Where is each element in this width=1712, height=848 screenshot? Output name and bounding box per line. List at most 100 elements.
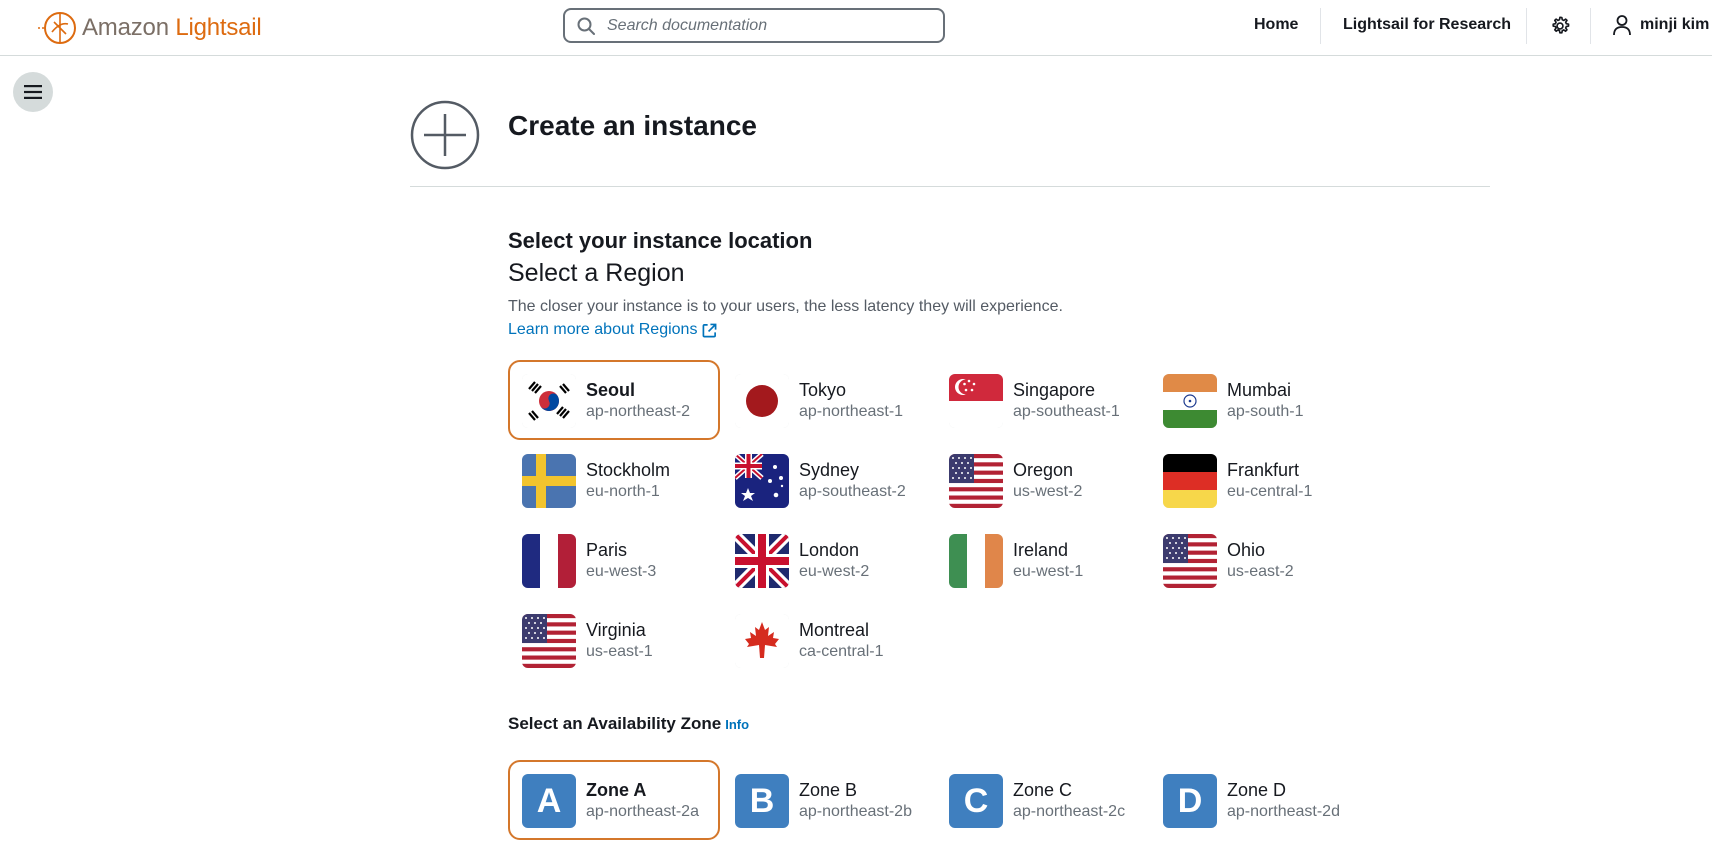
zone-tile-c[interactable]: C Zone C ap-northeast-2c	[935, 760, 1147, 840]
hamburger-menu-icon	[24, 85, 42, 99]
zone-name: Zone A	[586, 780, 647, 800]
logo-brand: Amazon	[82, 14, 169, 41]
side-menu-toggle-button[interactable]	[13, 72, 53, 112]
zone-letter-badge: D	[1163, 774, 1217, 828]
jp-flag-icon	[735, 374, 789, 428]
zone-name: Zone B	[799, 780, 858, 800]
region-tile-frankfurt[interactable]: Frankfurt eu-central-1	[1149, 440, 1361, 520]
settings-gear-icon[interactable]	[1549, 15, 1571, 37]
user-menu[interactable]: minji kim	[1612, 14, 1709, 36]
region-code: us-west-2	[1013, 483, 1083, 500]
region-code: eu-west-2	[799, 563, 870, 580]
region-tile-tokyo[interactable]: Tokyo ap-northeast-1	[721, 360, 933, 440]
region-name: Tokyo	[799, 380, 847, 400]
region-name: Seoul	[586, 380, 636, 400]
region-tile-sydney[interactable]: Sydney ap-southeast-2	[721, 440, 933, 520]
region-tile-ireland[interactable]: Ireland eu-west-1	[935, 520, 1147, 600]
zone-name: Zone D	[1227, 780, 1287, 800]
se-flag-icon	[522, 454, 576, 508]
zone-code: ap-northeast-2d	[1227, 803, 1340, 820]
region-code: eu-central-1	[1227, 483, 1313, 500]
au-flag-icon	[735, 454, 789, 508]
region-code: ap-northeast-1	[799, 403, 904, 420]
zone-letter-badge: C	[949, 774, 1003, 828]
us-flag-icon	[522, 614, 576, 668]
zone-code: ap-northeast-2c	[1013, 803, 1126, 820]
region-code: eu-west-3	[586, 563, 657, 580]
page-title: Create an instance	[508, 110, 757, 141]
region-name: Ohio	[1227, 540, 1266, 560]
fr-flag-icon	[522, 534, 576, 588]
region-name: Sydney	[799, 460, 860, 480]
zone-tile-b[interactable]: B Zone B ap-northeast-2b	[721, 760, 933, 840]
region-name: Oregon	[1013, 460, 1074, 480]
top-navigation-bar: Amazon Lightsail Home Lightsail for Rese…	[0, 0, 1712, 56]
region-name: Virginia	[586, 620, 646, 640]
ie-flag-icon	[949, 534, 1003, 588]
region-code: us-east-1	[586, 643, 653, 660]
in-flag-icon	[1163, 374, 1217, 428]
search-box[interactable]	[563, 8, 945, 43]
region-code: ap-southeast-1	[1013, 403, 1120, 420]
region-code: ap-southeast-2	[799, 483, 906, 500]
sg-flag-icon	[949, 374, 1003, 428]
region-code: eu-north-1	[586, 483, 660, 500]
region-code: ap-northeast-2	[586, 403, 691, 420]
region-tile-stockholm[interactable]: Stockholm eu-north-1	[508, 440, 720, 520]
nav-research-link[interactable]: Lightsail for Research	[1343, 16, 1511, 34]
region-code: eu-west-1	[1013, 563, 1084, 580]
region-name: Ireland	[1013, 540, 1069, 560]
region-name: Singapore	[1013, 380, 1096, 400]
zone-tile-d[interactable]: D Zone D ap-northeast-2d	[1149, 760, 1361, 840]
region-tile-singapore[interactable]: Singapore ap-southeast-1	[935, 360, 1147, 440]
zone-code: ap-northeast-2a	[586, 803, 699, 820]
region-code: ca-central-1	[799, 643, 884, 660]
region-tile-london[interactable]: London eu-west-2	[721, 520, 933, 600]
logo-product: Lightsail	[175, 14, 262, 41]
availability-zone-title: Select an Availability Zone Info	[508, 714, 749, 734]
search-icon	[577, 17, 595, 35]
region-heading: Select a Region	[508, 259, 685, 287]
region-tile-seoul[interactable]: Seoul ap-northeast-2	[508, 360, 720, 440]
region-name: Stockholm	[586, 460, 671, 480]
nav-divider	[1320, 8, 1321, 44]
region-name: Mumbai	[1227, 380, 1292, 400]
region-name: Paris	[586, 540, 628, 560]
region-tile-virginia[interactable]: Virginia us-east-1	[508, 600, 720, 680]
de-flag-icon	[1163, 454, 1217, 508]
nav-divider	[1526, 8, 1527, 44]
user-icon	[1613, 15, 1631, 36]
learn-more-label: Learn more about Regions	[508, 321, 698, 338]
external-link-icon	[703, 323, 717, 337]
region-tile-ohio[interactable]: Ohio us-east-2	[1149, 520, 1361, 600]
region-tile-oregon[interactable]: Oregon us-west-2	[935, 440, 1147, 520]
zone-letter-badge: B	[735, 774, 789, 828]
region-tile-paris[interactable]: Paris eu-west-3	[508, 520, 720, 600]
search-input[interactable]	[605, 15, 929, 36]
lightsail-compass-icon	[38, 12, 76, 44]
nav-divider	[1590, 8, 1591, 44]
zone-tile-a[interactable]: A Zone A ap-northeast-2a	[508, 760, 720, 840]
region-tile-montreal[interactable]: Montreal ca-central-1	[721, 600, 933, 680]
info-link[interactable]: Info	[725, 717, 749, 732]
region-code: us-east-2	[1227, 563, 1294, 580]
region-code: ap-south-1	[1227, 403, 1304, 420]
region-description: The closer your instance is to your user…	[508, 298, 1063, 315]
region-tile-mumbai[interactable]: Mumbai ap-south-1	[1149, 360, 1361, 440]
learn-more-regions-link[interactable]: Learn more about Regions	[508, 321, 717, 339]
nav-home-link[interactable]: Home	[1254, 16, 1298, 34]
region-name: Frankfurt	[1227, 460, 1300, 480]
region-name: Montreal	[799, 620, 870, 640]
us-flag-icon	[949, 454, 1003, 508]
header-divider	[410, 186, 1490, 187]
kr-flag-icon	[522, 374, 576, 428]
zone-letter-badge: A	[522, 774, 576, 828]
lightsail-logo[interactable]: Amazon Lightsail	[36, 8, 262, 48]
gb-flag-icon	[735, 534, 789, 588]
section-title: Select your instance location	[508, 228, 813, 253]
user-name: minji kim	[1640, 16, 1710, 33]
region-name: London	[799, 540, 860, 560]
availability-zone-label: Select an Availability Zone	[508, 714, 722, 733]
ca-flag-icon	[735, 614, 789, 668]
zone-name: Zone C	[1013, 780, 1073, 800]
